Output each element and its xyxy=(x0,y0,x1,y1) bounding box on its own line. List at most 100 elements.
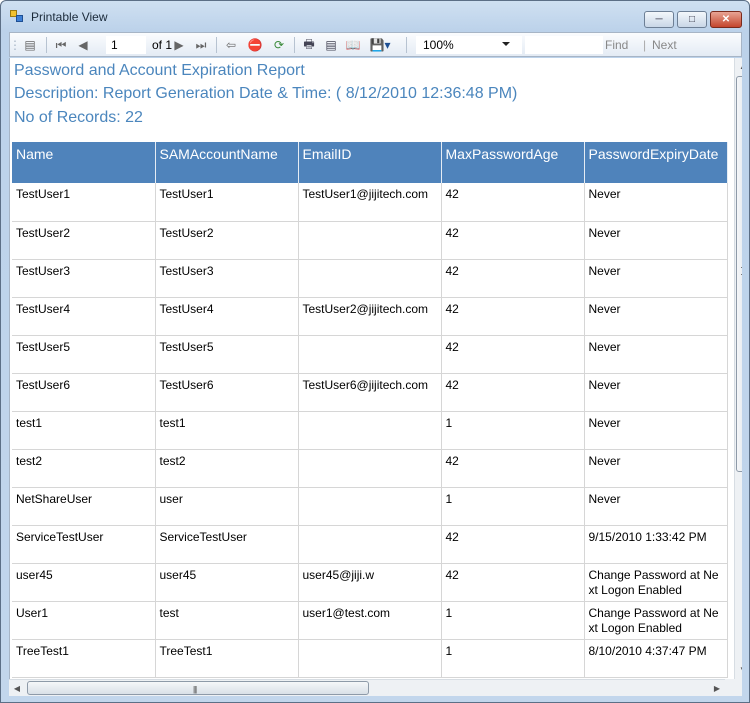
table-cell xyxy=(298,525,442,564)
stop-icon[interactable]: ⛔ xyxy=(246,36,264,54)
scroll-up-icon[interactable]: ▲ xyxy=(735,58,742,75)
table-row: test1 test1 1 Never xyxy=(12,411,728,450)
previous-page-icon[interactable]: ◀ xyxy=(74,36,92,54)
refresh-icon[interactable]: ⟳ xyxy=(270,36,288,54)
table-cell: TreeTest1 xyxy=(155,639,299,678)
record-count: No of Records: 22 xyxy=(14,109,143,126)
table-cell: TestUser2@jijitech.com xyxy=(298,297,442,336)
table-row: TestUser4 TestUser4 TestUser2@jijitech.c… xyxy=(12,297,728,336)
table-cell: user45 xyxy=(12,563,156,602)
table-row: ServiceTestUser ServiceTestUser 42 9/15/… xyxy=(12,525,728,564)
column-header: PasswordExpiryDate xyxy=(584,142,728,183)
table-row: TreeTest1 TreeTest1 1 8/10/2010 4:37:47 … xyxy=(12,639,728,678)
table-row: TestUser6 TestUser6 TestUser6@jijitech.c… xyxy=(12,373,728,412)
table-cell: 42 xyxy=(441,259,585,298)
table-cell xyxy=(298,259,442,298)
close-button[interactable]: ✕ xyxy=(710,11,742,28)
table-cell: Change Password at Next Logon Enabled xyxy=(584,601,728,640)
table-cell xyxy=(298,449,442,488)
table-cell: TestUser3 xyxy=(155,259,299,298)
find-text-input[interactable] xyxy=(525,36,603,54)
back-icon[interactable]: ⇦ xyxy=(222,36,240,54)
horizontal-scroll-thumb[interactable]: ||| xyxy=(27,681,369,695)
table-cell: test2 xyxy=(12,449,156,488)
table-cell: TestUser1 xyxy=(155,183,299,222)
document-map-icon[interactable]: ▤ xyxy=(20,36,40,54)
table-cell: test1 xyxy=(155,411,299,450)
vertical-scroll-thumb[interactable] xyxy=(736,76,742,472)
table-cell: 42 xyxy=(441,449,585,488)
table-cell: Never xyxy=(584,373,728,412)
table-cell: Never xyxy=(584,487,728,526)
printable-view-window: Printable View ─ □ ✕ ⋮ ▤ ⏮ ◀ 1 of 1 ▶ ⏭ … xyxy=(0,0,750,703)
table-cell: TestUser6 xyxy=(12,373,156,412)
table-cell: Change Password at Next Logon Enabled xyxy=(584,563,728,602)
find-next-button[interactable]: Next xyxy=(652,38,677,52)
table-cell: TreeTest1 xyxy=(12,639,156,678)
table-row: User1 test user1@test.com 1 Change Passw… xyxy=(12,601,728,640)
report-toolbar: ⋮ ▤ ⏮ ◀ 1 of 1 ▶ ⏭ ⇦ ⛔ ⟳ 🖶 ▤ 📖 💾▾ 100% F… xyxy=(9,32,742,57)
table-row: test2 test2 42 Never xyxy=(12,449,728,488)
table-cell: Never xyxy=(584,335,728,374)
current-page-input[interactable]: 1 xyxy=(106,36,146,54)
last-page-icon[interactable]: ⏭ xyxy=(192,36,210,54)
report-table: Name SAMAccountName EmailID MaxPasswordA… xyxy=(12,142,728,678)
table-cell: 42 xyxy=(441,335,585,374)
table-row: TestUser5 TestUser5 42 Never xyxy=(12,335,728,374)
next-page-icon[interactable]: ▶ xyxy=(170,36,188,54)
table-cell xyxy=(298,335,442,374)
minimize-icon: ─ xyxy=(655,14,663,25)
column-header: MaxPasswordAge xyxy=(441,142,585,183)
scroll-right-icon[interactable]: ▶ xyxy=(709,680,725,696)
table-cell: user45 xyxy=(155,563,299,602)
table-cell: 1 xyxy=(441,487,585,526)
scroll-left-icon[interactable]: ◀ xyxy=(9,680,25,696)
window-title: Printable View xyxy=(31,10,108,24)
table-cell: ServiceTestUser xyxy=(155,525,299,564)
find-separator: | xyxy=(643,38,647,52)
table-cell: TestUser2 xyxy=(12,221,156,260)
table-cell: TestUser1 xyxy=(12,183,156,222)
maximize-icon: □ xyxy=(688,14,696,25)
table-cell: test2 xyxy=(155,449,299,488)
table-cell: 42 xyxy=(441,297,585,336)
table-cell: Never xyxy=(584,259,728,298)
table-cell: TestUser1@jijitech.com xyxy=(298,183,442,222)
table-cell xyxy=(298,639,442,678)
title-bar[interactable]: Printable View ─ □ ✕ xyxy=(1,1,749,31)
print-icon[interactable]: 🖶 xyxy=(300,36,318,54)
table-cell: 42 xyxy=(441,525,585,564)
print-layout-icon[interactable]: ▤ xyxy=(322,36,340,54)
table-cell: test xyxy=(155,601,299,640)
page-setup-icon[interactable]: 📖 xyxy=(344,36,362,54)
maximize-button[interactable]: □ xyxy=(677,11,707,28)
chevron-down-icon[interactable] xyxy=(502,42,510,46)
table-cell: TestUser4 xyxy=(155,297,299,336)
find-button[interactable]: Find xyxy=(605,38,628,52)
export-icon[interactable]: 💾▾ xyxy=(366,36,394,54)
table-row: TestUser1 TestUser1 TestUser1@jijitech.c… xyxy=(12,183,728,222)
table-header-row: Name SAMAccountName EmailID MaxPasswordA… xyxy=(12,142,728,183)
table-cell: user45@jiji.w xyxy=(298,563,442,602)
table-cell: 9/15/2010 1:33:42 PM xyxy=(584,525,728,564)
table-cell: TestUser3 xyxy=(12,259,156,298)
vertical-scrollbar[interactable]: ▲ ▼ xyxy=(734,58,742,679)
app-icon xyxy=(10,10,24,22)
minimize-button[interactable]: ─ xyxy=(644,11,674,28)
table-cell: Never xyxy=(584,297,728,336)
table-cell: TestUser6@jijitech.com xyxy=(298,373,442,412)
scroll-down-icon[interactable]: ▼ xyxy=(735,661,742,678)
table-cell: 8/10/2010 4:37:47 PM xyxy=(584,639,728,678)
table-row: TestUser3 TestUser3 42 Never xyxy=(12,259,728,298)
close-icon: ✕ xyxy=(721,14,731,25)
first-page-icon[interactable]: ⏮ xyxy=(52,36,70,54)
table-cell: user xyxy=(155,487,299,526)
report-description: Description: Report Generation Date & Ti… xyxy=(14,85,518,102)
table-cell: 42 xyxy=(441,563,585,602)
horizontal-scrollbar[interactable]: ◀ ||| ▶ xyxy=(9,679,742,696)
table-cell: Never xyxy=(584,183,728,222)
table-cell: Never xyxy=(584,411,728,450)
table-cell xyxy=(298,221,442,260)
table-cell xyxy=(298,411,442,450)
table-cell: TestUser5 xyxy=(12,335,156,374)
